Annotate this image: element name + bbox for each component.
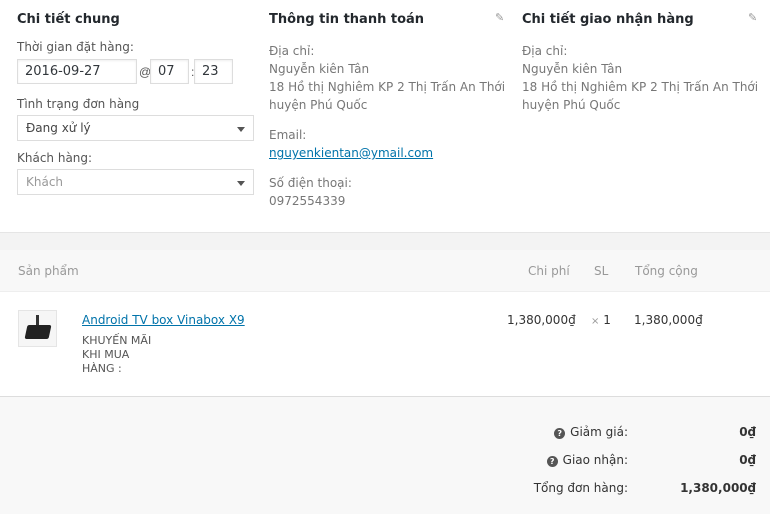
discount-value: 0₫ xyxy=(739,425,756,439)
product-name-link[interactable]: Android TV box Vinabox X9 xyxy=(82,313,245,327)
shipping-address-label: Địa chỉ: xyxy=(522,44,568,58)
date-label: Thời gian đặt hàng: xyxy=(17,40,134,54)
order-hour-input[interactable]: 07 xyxy=(150,59,189,84)
billing-email-label: Email: xyxy=(269,128,307,142)
general-title: Chi tiết chung xyxy=(17,12,120,27)
header-cost: Chi phí xyxy=(528,264,570,278)
order-total-value: 1,380,000₫ xyxy=(680,481,756,495)
shipping-name: Nguyễn kiên Tân xyxy=(522,62,623,76)
product-meta-line: HÀNG : xyxy=(82,362,122,375)
order-total-label: Tổng đơn hàng: xyxy=(533,481,628,495)
item-cost: 1,380,000₫ xyxy=(507,313,576,327)
table-row: Android TV box Vinabox X9 KHUYẾN MÃI KHI… xyxy=(0,292,770,397)
product-thumbnail[interactable] xyxy=(18,310,57,347)
discount-label-text: Giảm giá: xyxy=(570,425,628,439)
billing-address-label: Địa chỉ: xyxy=(269,44,315,58)
product-meta-line: KHUYẾN MÃI xyxy=(82,334,152,347)
shipping-address: Địa chỉ: Nguyễn kiên Tân 18 Hồ thị Nghiê… xyxy=(522,42,758,114)
shipping-label-text: Giao nhận: xyxy=(562,453,628,467)
discount-label: ? Giảm giá: xyxy=(554,425,628,439)
billing-address: Địa chỉ: Nguyễn kiên Tân 18 Hồ thị Nghiê… xyxy=(269,42,505,114)
pencil-icon[interactable]: ✎ xyxy=(748,12,760,24)
product-meta-line: KHI MUA xyxy=(82,348,130,361)
order-total-row: Tổng đơn hàng: 1,380,000₫ xyxy=(0,481,770,501)
shipping-row: ? Giao nhận: 0₫ xyxy=(0,453,770,473)
order-date-input[interactable]: 2016-09-27 xyxy=(17,59,137,84)
pencil-icon[interactable]: ✎ xyxy=(495,12,507,24)
billing-phone-block: Số điện thoại: 0972554339 xyxy=(269,174,352,210)
thumbnail-box xyxy=(24,325,52,339)
section-divider xyxy=(0,232,770,250)
billing-email-block: Email: nguyenkientan@ymail.com xyxy=(269,126,433,162)
billing-district: huyện Phú Quốc xyxy=(269,98,368,112)
shipping-district: huyện Phú Quốc xyxy=(522,98,621,112)
question-icon[interactable]: ? xyxy=(546,456,558,467)
billing-street: 18 Hồ thị Nghiêm KP 2 Thị Trấn An Thới xyxy=(269,80,506,94)
header-product: Sản phẩm xyxy=(18,264,79,278)
billing-phone: 0972554339 xyxy=(269,194,346,208)
header-qty: SL xyxy=(594,264,609,278)
status-label: Tình trạng đơn hàng xyxy=(17,97,140,111)
header-total: Tổng cộng xyxy=(635,264,698,278)
times-symbol: × xyxy=(591,316,600,327)
question-icon[interactable]: ? xyxy=(554,428,566,439)
caret-down-icon xyxy=(237,127,245,132)
billing-name: Nguyễn kiên Tân xyxy=(269,62,370,76)
billing-title: Thông tin thanh toán xyxy=(269,12,425,27)
caret-down-icon xyxy=(237,181,245,186)
order-minute-input[interactable]: 23 xyxy=(194,59,233,84)
shipping-title: Chi tiết giao nhận hàng xyxy=(522,12,694,27)
general-section: Chi tiết chung Thời gian đặt hàng: 2016-… xyxy=(17,12,257,222)
order-status-select[interactable]: Đang xử lý xyxy=(17,115,254,141)
shipping-section: Chi tiết giao nhận hàng ✎ Địa chỉ: Nguyễ… xyxy=(522,12,762,132)
billing-phone-label: Số điện thoại: xyxy=(269,176,352,190)
customer-label: Khách hàng: xyxy=(17,151,93,165)
item-total: 1,380,000₫ xyxy=(634,313,703,327)
billing-email-link[interactable]: nguyenkientan@ymail.com xyxy=(269,146,433,160)
order-totals: ? Giảm giá: 0₫ ? Giao nhận: 0₫ Tổng đơn hà… xyxy=(0,397,770,514)
billing-section: Thông tin thanh toán ✎ Địa chỉ: Nguyễn k… xyxy=(269,12,509,222)
order-details-panel: Chi tiết chung Thời gian đặt hàng: 2016-… xyxy=(0,0,770,232)
customer-placeholder: Khách xyxy=(26,175,64,189)
item-qty-value: 1 xyxy=(603,313,611,327)
items-table-header: Sản phẩm Chi phí SL Tổng cộng xyxy=(0,250,770,292)
discount-row: ? Giảm giá: 0₫ xyxy=(0,425,770,445)
product-meta: KHUYẾN MÃI KHI MUA HÀNG : xyxy=(82,334,151,376)
customer-select[interactable]: Khách xyxy=(17,169,254,195)
item-qty: × 1 xyxy=(591,313,611,327)
shipping-street: 18 Hồ thị Nghiêm KP 2 Thị Trấn An Thới xyxy=(522,80,759,94)
shipping-value: 0₫ xyxy=(739,453,756,467)
shipping-label: ? Giao nhận: xyxy=(546,453,628,467)
order-status-value: Đang xử lý xyxy=(26,121,91,135)
